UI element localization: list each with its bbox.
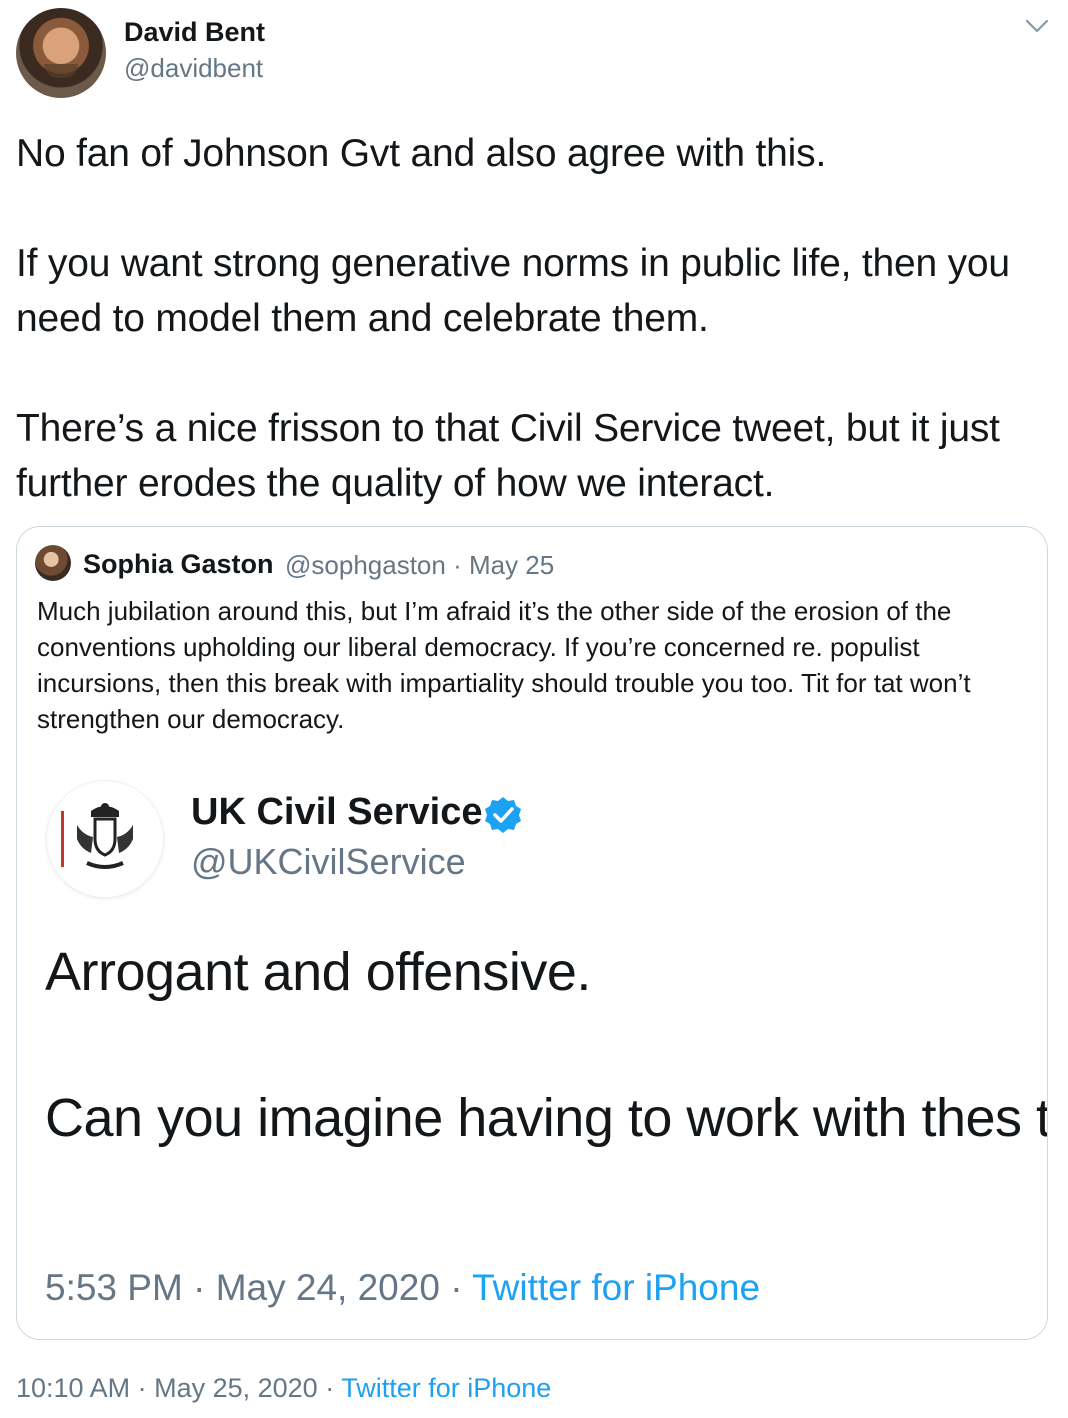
quoted-tweet[interactable]: Sophia Gaston @sophgaston · May 25 Much … (16, 526, 1048, 1340)
embedded-source-link: Twitter for iPhone (472, 1267, 761, 1308)
embedded-author-handle: @UKCivilService (191, 841, 466, 882)
verified-badge-icon (485, 797, 521, 833)
tweet-date[interactable]: May 25, 2020 (154, 1373, 318, 1403)
tweet-timestamp: 10:10 AM · May 25, 2020 · Twitter for iP… (16, 1373, 551, 1404)
tweet-paragraph: There’s a nice frisson to that Civil Ser… (16, 407, 1000, 505)
separator-dot: · (450, 1267, 473, 1308)
embedded-timestamp: 5:53 PM · May 24, 2020 · Twitter for iPh… (45, 1267, 760, 1309)
tweet-paragraph: If you want strong generative norms in p… (16, 242, 1010, 340)
quoted-author-avatar (35, 545, 71, 581)
embedded-line: Can you imagine having to work with thes… (45, 1088, 1047, 1148)
embedded-time: 5:53 PM (45, 1267, 183, 1308)
quoted-author-handle: @sophgaston (285, 550, 446, 580)
quoted-tweet-text: Much jubilation around this, but I’m afr… (37, 596, 971, 734)
separator-dot: · (137, 1373, 155, 1403)
tweet-paragraph: No fan of Johnson Gvt and also agree wit… (16, 132, 827, 175)
separator-dot: · (453, 550, 469, 580)
embedded-author-name: UK Civil Service (191, 791, 483, 833)
tweet-time[interactable]: 10:10 AM (16, 1373, 130, 1403)
royal-coat-of-arms-icon (47, 781, 163, 897)
quoted-author-meta: @sophgaston · May 25 (285, 550, 554, 581)
author-name[interactable]: David Bent (124, 17, 265, 48)
embedded-date: May 24, 2020 (215, 1267, 440, 1308)
author-handle[interactable]: @davidbent (124, 53, 263, 84)
embedded-tweet-text: Arrogant and offensive. Can you imagine … (45, 935, 1047, 1155)
separator-dot: · (193, 1267, 216, 1308)
quoted-date: May 25 (468, 550, 555, 580)
separator-dot: · (325, 1373, 342, 1403)
quoted-author-name: Sophia Gaston (83, 549, 274, 579)
author-avatar[interactable] (16, 8, 106, 98)
embedded-line: Arrogant and offensive. (45, 942, 591, 1002)
chevron-down-icon[interactable] (1024, 16, 1050, 36)
embedded-screenshot[interactable]: UK Civil Service @UKCivilService Arrogan… (17, 765, 1047, 1339)
source-link[interactable]: Twitter for iPhone (341, 1373, 551, 1403)
tweet-text: No fan of Johnson Gvt and also agree wit… (16, 126, 1046, 511)
